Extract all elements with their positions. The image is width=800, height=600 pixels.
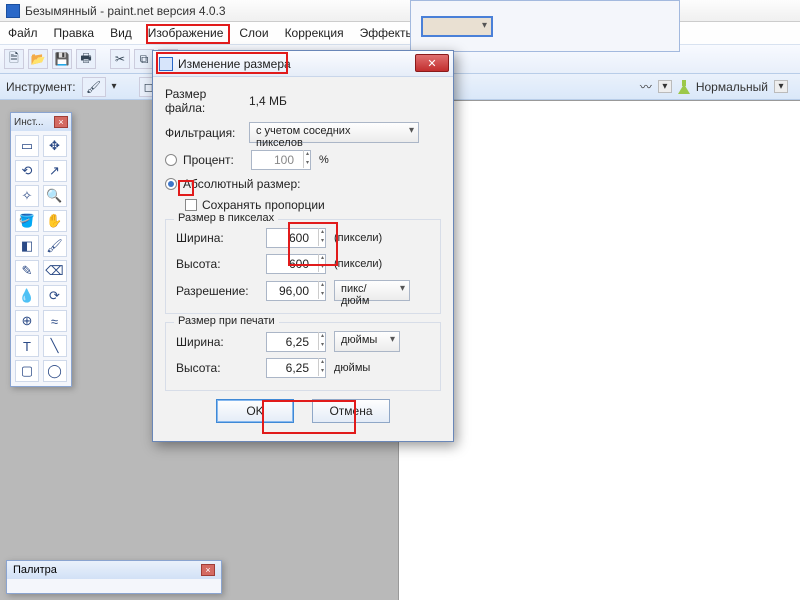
resolution-input[interactable]: 96,00 xyxy=(266,281,326,301)
width-input[interactable]: 600 xyxy=(266,228,326,248)
resize-dialog: Изменение размера ✕ Размер файла: 1,4 МБ… xyxy=(152,50,454,442)
tool-ellipse[interactable]: ◯ xyxy=(43,360,67,382)
tool-smudge[interactable]: ≈ xyxy=(43,310,67,332)
resize-icon xyxy=(159,57,173,71)
tool-clone[interactable]: ⊕ xyxy=(15,310,39,332)
menu-view[interactable]: Вид xyxy=(102,23,140,43)
print-icon[interactable]: 🖶 xyxy=(76,49,96,69)
keep-aspect-label: Сохранять пропорции xyxy=(202,198,325,212)
dialog-body: Размер файла: 1,4 МБ Фильтрация: с учето… xyxy=(153,77,453,441)
image-thumbnails xyxy=(410,0,680,52)
tools-window[interactable]: Инст... × ▭ ✥ ⟲ ↗ ✧ 🔍 🪣 ✋ ◧ 🖌 ✎ ⌫ 💧 ⟳ ⊕ … xyxy=(10,112,72,387)
percent-radio[interactable] xyxy=(165,154,177,166)
open-icon[interactable]: 📂 xyxy=(28,49,48,69)
close-icon[interactable]: ✕ xyxy=(415,54,449,72)
cut-icon[interactable]: ✂ xyxy=(110,49,130,69)
tool-move[interactable]: ✥ xyxy=(43,135,67,157)
percent-unit: % xyxy=(319,154,329,166)
resolution-unit-select[interactable]: пикс/дюйм xyxy=(334,280,410,301)
curve-drop-icon[interactable]: ▾ xyxy=(658,80,672,93)
pixel-size-group: Размер в пикселах Ширина: 600 (пиксели) … xyxy=(165,219,441,314)
tool-picker[interactable]: 💧 xyxy=(15,285,39,307)
resolution-label: Разрешение: xyxy=(176,284,266,298)
filesize-label: Размер файла: xyxy=(165,87,249,115)
palette-window[interactable]: Палитра × xyxy=(6,560,222,594)
save-icon[interactable]: 💾 xyxy=(52,49,72,69)
tool-rect[interactable]: ▢ xyxy=(15,360,39,382)
menu-layers[interactable]: Слои xyxy=(231,23,276,43)
print-size-group: Размер при печати Ширина: 6,25 дюймы Выс… xyxy=(165,322,441,391)
print-width-unit[interactable]: дюймы xyxy=(334,331,400,352)
menu-bar: Файл Правка Вид Изображение Слои Коррекц… xyxy=(0,22,800,44)
menu-adjust[interactable]: Коррекция xyxy=(277,23,352,43)
menu-file[interactable]: Файл xyxy=(0,23,46,43)
tool-brush[interactable]: 🖌 xyxy=(43,235,67,257)
thumbnail-1[interactable] xyxy=(421,16,493,37)
app-title: Безымянный - paint.net версия 4.0.3 xyxy=(25,4,226,18)
tool-gradient[interactable]: ◧ xyxy=(15,235,39,257)
dialog-title: Изменение размера xyxy=(178,57,291,71)
tool-wand[interactable]: ✧ xyxy=(15,185,39,207)
tool-eraser[interactable]: ⌫ xyxy=(43,260,67,282)
filter-select[interactable]: с учетом соседних пикселов xyxy=(249,122,419,143)
percent-input[interactable]: 100 xyxy=(251,150,311,170)
tool-hand[interactable]: ✋ xyxy=(43,210,67,232)
print-width-label: Ширина: xyxy=(176,335,266,349)
print-height-unit: дюймы xyxy=(334,362,370,374)
height-input[interactable]: 600 xyxy=(266,254,326,274)
ok-button[interactable]: OK xyxy=(216,399,294,423)
height-label: Высота: xyxy=(176,257,266,271)
width-unit: (пиксели) xyxy=(334,232,382,244)
tool-grid: ▭ ✥ ⟲ ↗ ✧ 🔍 🪣 ✋ ◧ 🖌 ✎ ⌫ 💧 ⟳ ⊕ ≈ T ╲ ▢ ◯ xyxy=(11,131,71,386)
dropdown-icon[interactable]: ▾ xyxy=(112,81,117,92)
tool-recolor[interactable]: ⟳ xyxy=(43,285,67,307)
tools-title[interactable]: Инст... × xyxy=(11,113,71,131)
keep-aspect-checkbox[interactable] xyxy=(185,199,197,211)
menu-edit[interactable]: Правка xyxy=(46,23,103,43)
width-label: Ширина: xyxy=(176,231,266,245)
mode-drop-icon[interactable]: ▾ xyxy=(774,80,788,93)
new-icon[interactable]: 🗎 xyxy=(4,49,24,69)
dialog-titlebar[interactable]: Изменение размера ✕ xyxy=(153,51,453,77)
absolute-radio[interactable] xyxy=(165,178,177,190)
brush-tool-icon[interactable]: 🖌 xyxy=(82,77,106,97)
palette-title: Палитра xyxy=(13,564,57,576)
tool-move-sel[interactable]: ↗ xyxy=(43,160,67,182)
blend-mode[interactable]: Нормальный xyxy=(696,80,768,94)
cancel-button[interactable]: Отмена xyxy=(312,399,390,423)
strip-label: Инструмент: xyxy=(6,80,76,94)
app-icon xyxy=(6,4,20,18)
print-height-label: Высота: xyxy=(176,361,266,375)
print-height-input[interactable]: 6,25 xyxy=(266,358,326,378)
tool-pencil[interactable]: ✎ xyxy=(15,260,39,282)
absolute-label: Абсолютный размер: xyxy=(183,177,300,191)
curve-icon[interactable]: 〰 xyxy=(640,78,652,95)
flask-icon xyxy=(678,80,690,94)
tool-zoom[interactable]: 🔍 xyxy=(43,185,67,207)
canvas[interactable] xyxy=(398,100,800,600)
filter-label: Фильтрация: xyxy=(165,126,249,140)
tool-select-rect[interactable]: ▭ xyxy=(15,135,39,157)
percent-label: Процент: xyxy=(183,153,251,167)
print-width-input[interactable]: 6,25 xyxy=(266,332,326,352)
close-icon[interactable]: × xyxy=(201,564,215,576)
filesize-value: 1,4 МБ xyxy=(249,94,287,108)
tool-line[interactable]: ╲ xyxy=(43,335,67,357)
tool-text[interactable]: T xyxy=(15,335,39,357)
app-window: Безымянный - paint.net версия 4.0.3 Файл… xyxy=(0,0,800,600)
copy-icon[interactable]: ⧉ xyxy=(134,49,154,69)
height-unit: (пиксели) xyxy=(334,258,382,270)
close-icon[interactable]: × xyxy=(54,116,68,128)
tool-lasso[interactable]: ⟲ xyxy=(15,160,39,182)
tool-fill[interactable]: 🪣 xyxy=(15,210,39,232)
titlebar: Безымянный - paint.net версия 4.0.3 xyxy=(0,0,800,22)
menu-image[interactable]: Изображение xyxy=(140,23,232,43)
